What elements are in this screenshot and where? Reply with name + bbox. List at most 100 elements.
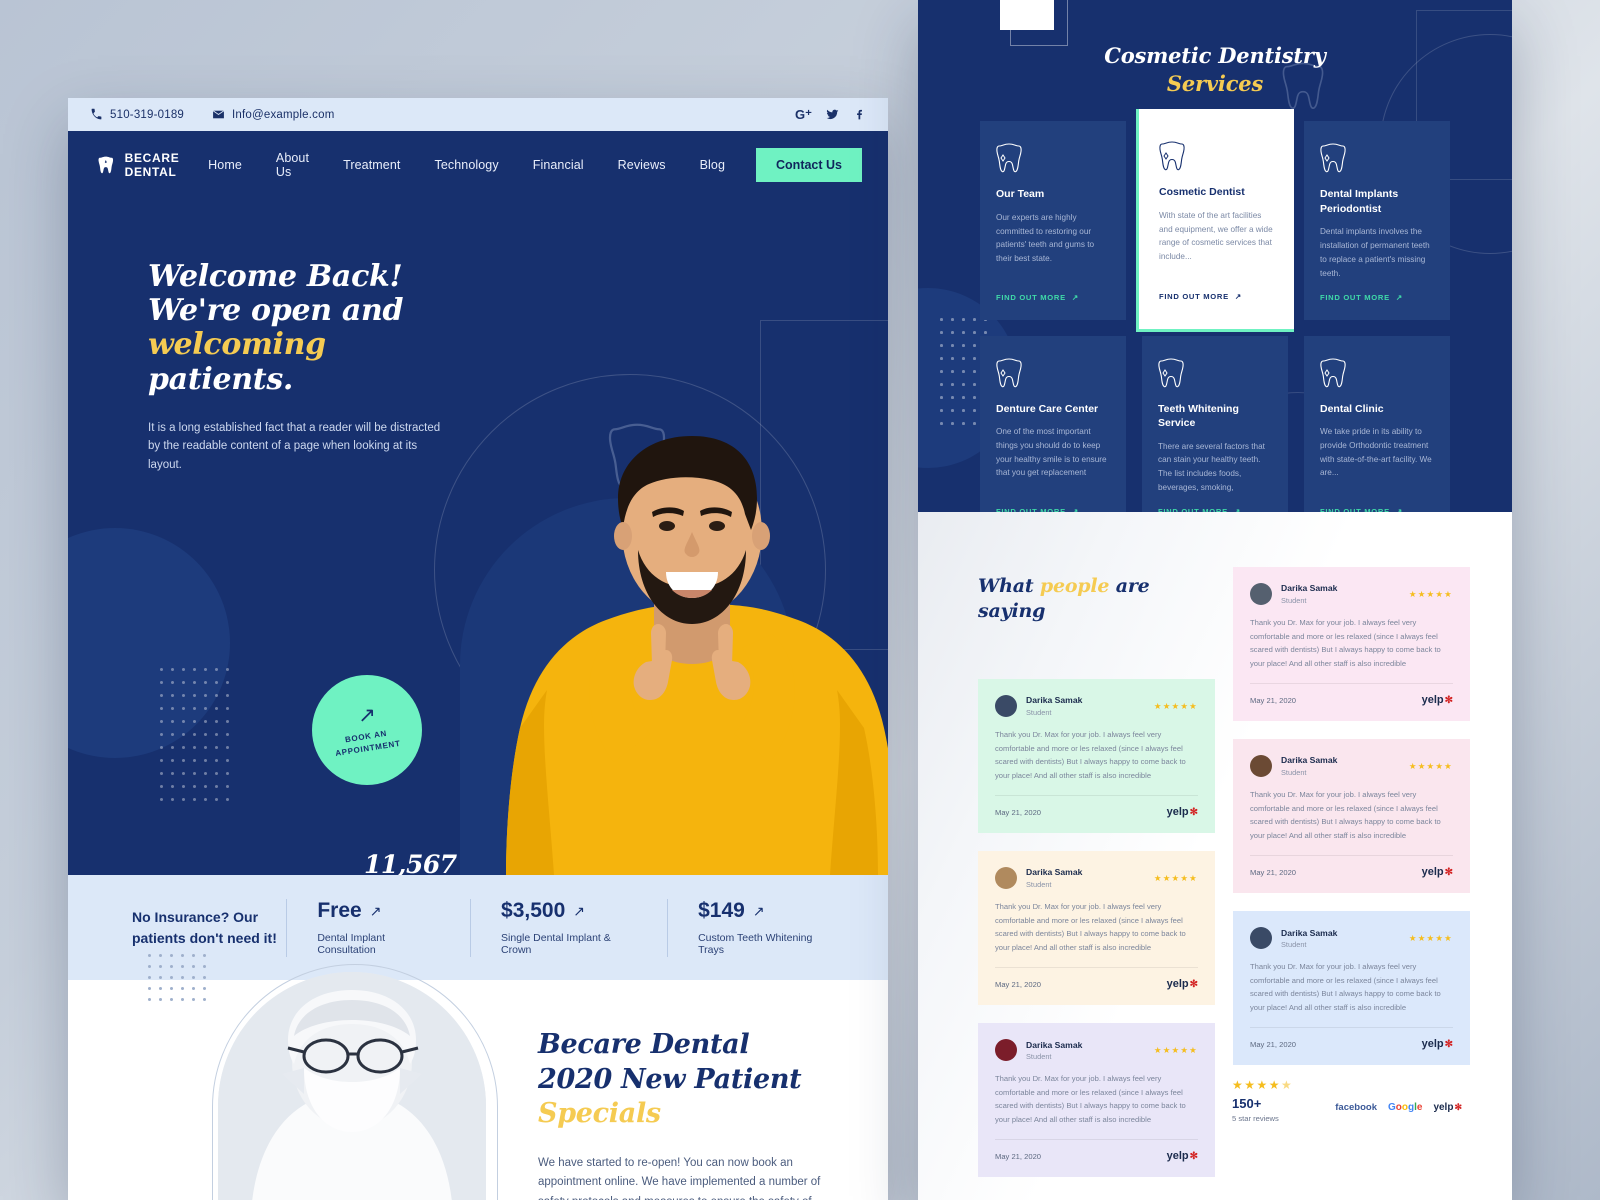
yelp-burst-icon: ✻ — [1444, 866, 1453, 878]
reviewer-role: Student — [1281, 767, 1307, 777]
nav-item-treatment[interactable]: Treatment — [326, 158, 417, 172]
contact-us-button[interactable]: Contact Us — [756, 147, 862, 182]
book-appointment-badge[interactable]: ↗ BOOK AN APPOINTMENT — [312, 675, 422, 785]
pricing-value: Free ↗ — [317, 899, 440, 923]
specials-title-line-3: Specials — [538, 1098, 661, 1130]
service-card-cosmetic-dentist[interactable]: Cosmetic Dentist With state of the art f… — [1136, 109, 1294, 332]
pricing-value: $3,500 ↗ — [501, 899, 637, 923]
testimonial-quote: Thank you Dr. Max for your job. I always… — [995, 1074, 1186, 1124]
testimonial-footer: May 21, 2020 yelp ✻ — [995, 806, 1198, 818]
specials-paragraph: We have started to re-open! You can now … — [538, 1156, 821, 1200]
phone-icon — [91, 108, 102, 120]
testimonial-date: May 21, 2020 — [995, 979, 1042, 989]
testimonial-identity: Darika Samak Student — [1281, 755, 1337, 776]
google-plus-icon[interactable]: G⁺ — [795, 108, 812, 121]
nav-item-technology[interactable]: Technology — [417, 158, 515, 172]
arrow-up-right-icon: ↗ — [1395, 506, 1403, 512]
arrow-up-right-icon: ↗ — [573, 902, 586, 919]
service-desc: With state of the art facilities and equ… — [1159, 210, 1273, 262]
services-grid: Our Team Our experts are highly committe… — [918, 109, 1512, 512]
arrow-up-right-icon: ↗ — [752, 902, 765, 919]
find-out-more-link[interactable]: FIND OUT MORE ↗ — [996, 507, 1110, 512]
rating-full-stars: ★★★★ — [1232, 1078, 1282, 1092]
envelope-icon — [212, 110, 225, 119]
service-desc: One of the most important things you sho… — [996, 427, 1107, 478]
find-out-more-link[interactable]: FIND OUT MORE ↗ — [1158, 507, 1272, 512]
twitter-icon[interactable] — [826, 108, 839, 121]
reviewer-role: Student — [1281, 939, 1307, 949]
review-count: 11,567 — [364, 850, 457, 875]
pricing-item-free[interactable]: Free ↗ Dental Implant Consultation — [291, 899, 466, 956]
pricing-label: Custom Teeth Whitening Trays — [698, 932, 813, 956]
divider — [1250, 683, 1453, 685]
yelp-logo[interactable]: yelp ✻ — [1433, 1102, 1462, 1113]
reviewer-name: Darika Samak — [1281, 583, 1338, 594]
divider — [995, 1139, 1198, 1141]
email-item[interactable]: Info@example.com — [212, 108, 334, 121]
pricing-item-implant[interactable]: $3,500 ↗ Single Dental Implant & Crown — [475, 899, 663, 956]
service-card-denture-care[interactable]: Denture Care Center One of the most impo… — [980, 335, 1126, 512]
tooth-icon — [996, 357, 1022, 387]
top-contact-bar: 510-319-0189 Info@example.com G⁺ — [68, 98, 888, 131]
testimonial-footer: May 21, 2020 yelp ✻ — [1250, 866, 1453, 878]
find-out-more-link[interactable]: FIND OUT MORE ↗ — [996, 293, 1110, 302]
testimonial-card[interactable]: Darika Samak Student ★★★★★ Thank you Dr. Ma… — [1233, 567, 1470, 722]
specials-title-line-1: Becare Dental — [538, 1029, 750, 1060]
nav-item-about-us[interactable]: About Us — [259, 151, 326, 179]
yelp-logo[interactable]: yelp ✻ — [1422, 1038, 1453, 1050]
yelp-logo[interactable]: yelp ✻ — [1167, 806, 1198, 818]
testimonial-card[interactable]: Darika Samak Student ★★★★★ Thank you Dr. Ma… — [1233, 911, 1470, 1066]
avatar — [1250, 755, 1272, 778]
yelp-logo[interactable]: yelp ✻ — [1422, 694, 1453, 706]
google-logo[interactable]: Google — [1388, 1102, 1422, 1113]
reviewer-role: Student — [1026, 879, 1052, 889]
reviewer-role: Student — [1026, 707, 1052, 717]
tooth-icon — [1320, 357, 1346, 387]
facebook-icon[interactable] — [853, 108, 866, 121]
testimonial-card[interactable]: Darika Samak Student ★★★★★ Thank you Dr. Ma… — [978, 679, 1215, 834]
nav-item-reviews[interactable]: Reviews — [601, 158, 683, 172]
arrow-up-right-icon: ↗ — [1395, 292, 1403, 302]
testimonial-stars: ★★★★★ — [1153, 1044, 1198, 1055]
pricing-value-text: $149 — [698, 899, 745, 922]
service-card-dental-clinic[interactable]: Dental Clinic We take pride in its abili… — [1304, 335, 1450, 512]
yelp-logo-text: yelp — [1433, 1102, 1454, 1113]
nav-item-blog[interactable]: Blog — [683, 158, 742, 172]
testimonial-date: May 21, 2020 — [995, 807, 1042, 817]
facebook-logo[interactable]: facebook — [1335, 1102, 1377, 1113]
yelp-burst-icon: ✻ — [1189, 1150, 1198, 1162]
tooth-icon — [1158, 357, 1184, 387]
testimonial-card[interactable]: Darika Samak Student ★★★★★ Thank you Dr. Ma… — [978, 851, 1215, 1006]
testimonial-identity: Darika Samak Student — [1281, 928, 1337, 949]
services-section: Cosmetic Dentistry Services Our Team Our… — [918, 0, 1512, 512]
phone-item[interactable]: 510-319-0189 — [90, 108, 184, 121]
specials-text-area: Becare Dental 2020 New Patient Specials … — [458, 980, 888, 1200]
yelp-logo[interactable]: yelp ✻ — [1422, 866, 1453, 878]
find-out-more-link[interactable]: FIND OUT MORE ↗ — [1320, 293, 1434, 302]
brand-logo[interactable]: BECARE DENTAL — [98, 150, 191, 180]
testimonial-footer: May 21, 2020 yelp ✻ — [995, 1150, 1198, 1162]
yelp-logo[interactable]: yelp ✻ — [1167, 978, 1198, 990]
find-out-more-link[interactable]: FIND OUT MORE ↗ — [1320, 507, 1434, 512]
service-card-dental-implants[interactable]: Dental Implants Periodontist Dental impl… — [1304, 121, 1450, 320]
find-out-more-link[interactable]: FIND OUT MORE ↗ — [1159, 292, 1274, 301]
tooth-logo-icon — [98, 156, 114, 173]
service-title: Dental Clinic — [1320, 402, 1384, 415]
pricing-value-text: $3,500 — [501, 899, 566, 922]
pricing-item-whitening[interactable]: $149 ↗ Custom Teeth Whitening Trays — [672, 899, 860, 956]
reviewer-name: Darika Samak — [1281, 927, 1338, 938]
service-card-teeth-whitening[interactable]: Teeth Whitening Service There are severa… — [1142, 335, 1288, 512]
testimonial-date: May 21, 2020 — [995, 1151, 1042, 1161]
yelp-logo[interactable]: yelp ✻ — [1167, 1150, 1198, 1162]
right-page-mockup: Cosmetic Dentistry Services Our Team Our… — [918, 0, 1512, 1200]
testimonial-card[interactable]: Darika Samak Student ★★★★★ Thank you Dr. Ma… — [1233, 739, 1470, 894]
testimonial-card[interactable]: Darika Samak Student ★★★★★ Thank you Dr. Ma… — [978, 1023, 1215, 1178]
nav-item-financial[interactable]: Financial — [516, 158, 601, 172]
tooth-icon — [1320, 143, 1346, 173]
yelp-burst-icon: ✻ — [1444, 694, 1453, 706]
find-out-more-label: FIND OUT MORE — [1159, 291, 1229, 301]
nav-item-home[interactable]: Home — [191, 158, 259, 172]
service-card-our-team[interactable]: Our Team Our experts are highly committe… — [980, 121, 1126, 320]
pricing-label: Single Dental Implant & Crown — [501, 932, 611, 956]
rating-summary-row: ★★★★★ 150+ 5 star reviews facebook Googl… — [1232, 1078, 1462, 1123]
